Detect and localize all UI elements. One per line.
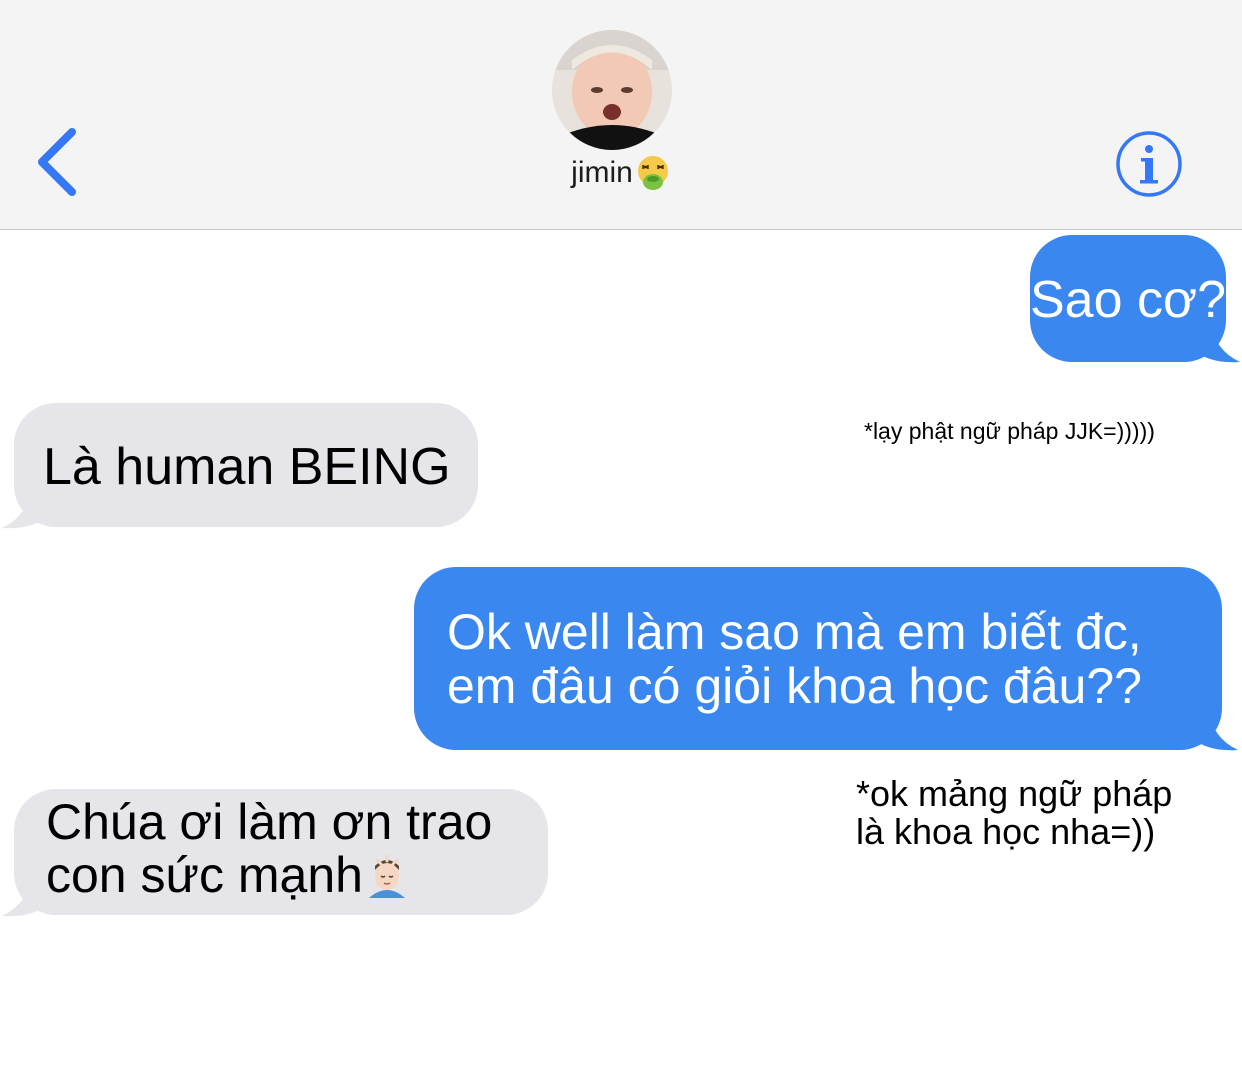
message-line: con sức mạnh [46, 849, 492, 902]
contact-name-row[interactable]: jimin [0, 155, 1242, 191]
annotation-note: *ok mảng ngữ pháp là khoa học nha=)) [856, 775, 1172, 851]
conversation-header: jimin [0, 0, 1242, 230]
bubble-tail [2, 874, 52, 917]
message-text: Ok well làm sao mà em biết đc, em đâu có… [447, 605, 1142, 713]
message-text: Sao cơ? [1030, 271, 1226, 329]
message-line: Ok well làm sao mà em biết đc, [447, 604, 1142, 660]
annotation-line: là khoa học nha=)) [856, 811, 1156, 852]
message-line-text: con sức mạnh [46, 847, 363, 903]
annotation-line: *ok mảng ngữ pháp [856, 773, 1173, 814]
message-line: em đâu có giỏi khoa học đâu?? [447, 658, 1142, 714]
contact-name: jimin [571, 156, 633, 189]
avatar-photo [552, 30, 672, 150]
message-text: Là human BEING [43, 438, 451, 496]
messages-screen: jimin Sao cơ? *lạy phật ngữ pháp JJK=)))… [0, 0, 1242, 1081]
info-icon[interactable] [1115, 130, 1183, 198]
person-getting-massage-icon [368, 854, 405, 898]
nauseated-face-icon [637, 156, 668, 190]
message-text: Chúa ơi làm ơn trao con sức mạnh [46, 796, 492, 902]
avatar[interactable] [552, 30, 672, 150]
bubble-tail [1188, 708, 1238, 751]
message-line: Chúa ơi làm ơn trao [46, 794, 493, 850]
annotation-note: *lạy phật ngữ pháp JJK=))))) [864, 418, 1155, 444]
